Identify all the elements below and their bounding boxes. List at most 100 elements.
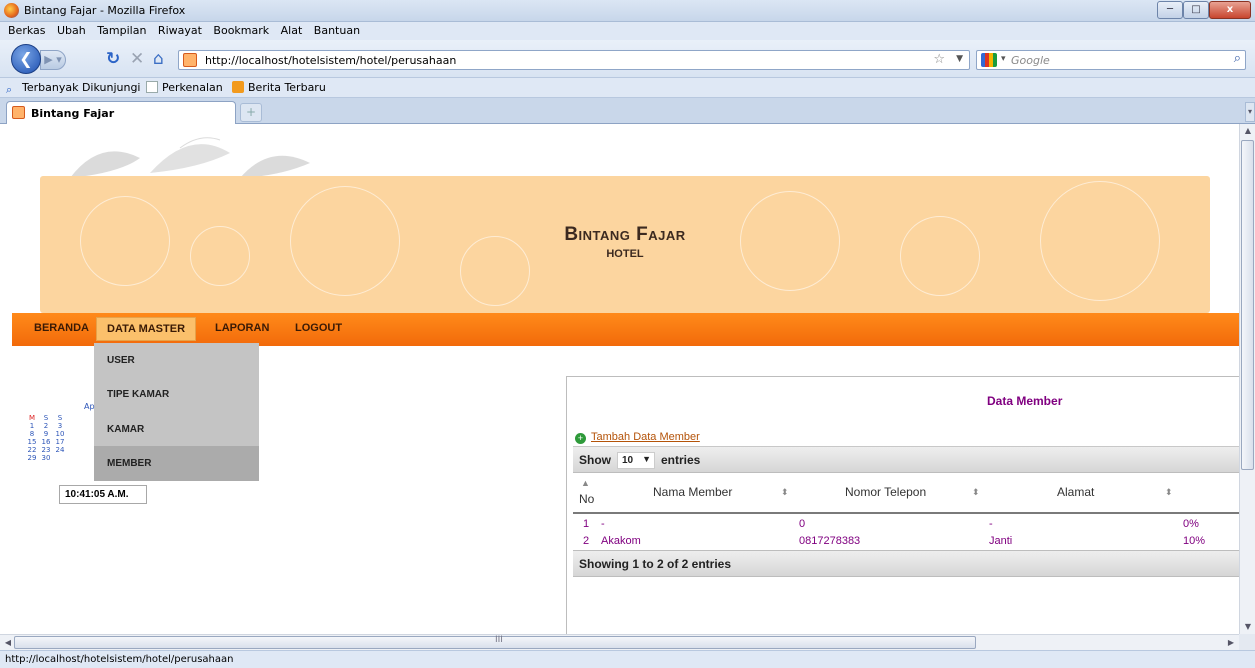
page-content: Bintang Fajar HOTEL BERANDA DATA MASTER … — [0, 124, 1239, 634]
site-subtitle: HOTEL — [606, 248, 644, 260]
add-member-label: Tambah Data Member — [591, 431, 700, 443]
stop-icon[interactable]: ✕ — [130, 50, 144, 68]
scroll-right-icon[interactable]: ▶ — [1223, 635, 1239, 651]
menu-ubah[interactable]: Ubah — [53, 22, 90, 37]
cell-no: 1 — [583, 518, 590, 530]
site-name: Bintang Fajar — [564, 224, 686, 245]
horizontal-scrollbar[interactable]: ◀ III ▶ — [0, 634, 1239, 650]
show-label: Show — [579, 453, 611, 467]
calendar-day[interactable]: 2 — [40, 422, 52, 430]
scroll-up-icon[interactable]: ▲ — [1240, 124, 1255, 138]
navigation-toolbar: ▶ ▾ ❮ ↻ ✕ ⌂ http://localhost/hotelsistem… — [0, 40, 1255, 78]
column-header-nama-member[interactable]: Nama Member — [653, 485, 732, 499]
calendar-day[interactable]: 30 — [40, 454, 52, 462]
calendar-day[interactable]: 23 — [40, 446, 52, 454]
tab-list-button[interactable]: ▾ — [1245, 102, 1255, 122]
bookmark-star-icon[interactable]: ☆ — [933, 52, 945, 67]
calendar-header: S — [43, 414, 49, 422]
new-tab-button[interactable]: + — [240, 103, 262, 122]
entries-select[interactable]: 10 ▼ — [617, 452, 655, 469]
url-dropdown-icon[interactable]: ▼ — [956, 54, 963, 64]
bookmark-label: Berita Terbaru — [248, 81, 326, 94]
forward-button[interactable]: ▶ ▾ — [40, 50, 66, 70]
site-brand: Bintang Fajar HOTEL — [40, 224, 1210, 260]
column-header-no[interactable]: No — [579, 492, 594, 506]
calendar-day[interactable]: 9 — [40, 430, 52, 438]
menu-alat[interactable]: Alat — [277, 22, 307, 37]
bookmark-most-visited[interactable]: ⌕ Terbanyak Dikunjungi — [6, 81, 141, 96]
main-nav: BERANDA DATA MASTER LAPORAN LOGOUT — [12, 313, 1239, 346]
home-icon[interactable]: ⌂ — [153, 50, 164, 68]
reload-icon[interactable]: ↻ — [106, 50, 120, 68]
menu-berkas[interactable]: Berkas — [4, 22, 50, 37]
sort-icon: ⬍ — [972, 487, 980, 497]
cell-diskon: 0% — [1183, 518, 1199, 530]
tab-bintang-fajar[interactable]: Bintang Fajar — [6, 101, 236, 124]
site-favicon — [183, 53, 197, 67]
calendar-day[interactable]: 24 — [54, 446, 66, 454]
calendar-month: Ap — [84, 402, 95, 411]
menu-tampilan[interactable]: Tampilan — [93, 22, 150, 37]
google-icon[interactable] — [981, 53, 997, 67]
vertical-scrollbar[interactable]: ▲ ▼ — [1239, 124, 1255, 634]
menu-bookmark[interactable]: Bookmark — [209, 22, 273, 37]
back-button[interactable]: ❮ — [11, 44, 41, 74]
menu-riwayat[interactable]: Riwayat — [154, 22, 206, 37]
scroll-down-icon[interactable]: ▼ — [1240, 620, 1255, 634]
horizontal-scroll-thumb[interactable]: III — [14, 635, 976, 649]
search-engine-dropdown-icon[interactable]: ▾ — [1001, 54, 1006, 64]
search-icon[interactable]: ⌕ — [1234, 51, 1241, 66]
vertical-scroll-thumb[interactable] — [1241, 140, 1254, 470]
table-length-bar: Show 10 ▼ entries — [573, 446, 1239, 473]
cell-diskon: 10% — [1183, 535, 1206, 547]
minimize-button[interactable]: ─ — [1157, 1, 1183, 19]
entries-label: entries — [661, 453, 701, 467]
cell-nama: - — [601, 518, 605, 530]
calendar-header: M — [28, 414, 36, 422]
calendar-day[interactable]: 17 — [54, 438, 66, 446]
table-header: ▲ No Nama Member ⬍ Nomor Telepon ⬍ Alama… — [573, 474, 1239, 514]
tab-strip: Bintang Fajar + ▾ — [0, 98, 1255, 124]
add-icon: + — [575, 433, 586, 444]
close-button[interactable]: x — [1209, 1, 1251, 19]
status-bar: http://localhost/hotelsistem/hotel/perus… — [0, 650, 1255, 668]
calendar-day[interactable]: 8 — [26, 430, 38, 438]
calendar-day[interactable]: 10 — [54, 430, 66, 438]
address-bar[interactable]: http://localhost/hotelsistem/hotel/perus… — [178, 50, 970, 70]
maximize-button[interactable]: □ — [1183, 1, 1209, 19]
column-header-nomor-telepon[interactable]: Nomor Telepon — [845, 485, 926, 499]
menu-bantuan[interactable]: Bantuan — [310, 22, 364, 37]
calendar-day[interactable]: 16 — [40, 438, 52, 446]
search-icon: ⌕ — [6, 83, 13, 96]
add-member-link[interactable]: + Tambah Data Member — [575, 431, 700, 444]
clock-display: 10:41:05 A.M. — [59, 485, 147, 504]
search-bar[interactable]: ▾ Google ⌕ — [976, 50, 1246, 70]
menu-bar: Berkas Ubah Tampilan Riwayat Bookmark Al… — [0, 22, 1255, 40]
nav-beranda[interactable]: BERANDA — [34, 322, 89, 334]
calendar-day[interactable]: 22 — [26, 446, 38, 454]
cell-telepon: 0817278383 — [799, 535, 861, 547]
calendar-day[interactable]: 15 — [26, 438, 38, 446]
entries-select-value: 10 — [622, 455, 634, 466]
calendar-day[interactable]: 3 — [54, 422, 66, 430]
column-header-alamat[interactable]: Alamat — [1057, 485, 1094, 499]
dropdown-item-member[interactable]: MEMBER — [94, 446, 259, 481]
bookmark-perkenalan[interactable]: Perkenalan — [146, 81, 223, 94]
calendar-day[interactable]: 29 — [26, 454, 38, 462]
calendar-day[interactable]: 1 — [26, 422, 38, 430]
scrollbar-corner — [1239, 634, 1255, 650]
grip-icon: III — [495, 635, 503, 645]
nav-data-master[interactable]: DATA MASTER — [96, 317, 197, 341]
dropdown-item-kamar[interactable]: KAMAR — [94, 412, 259, 447]
panel-title: Data Member — [987, 394, 1063, 408]
chevron-down-icon: ▼ — [642, 454, 651, 464]
cell-alamat: Janti — [989, 535, 1013, 547]
status-text: http://localhost/hotelsistem/hotel/perus… — [5, 654, 234, 665]
nav-logout[interactable]: LOGOUT — [295, 322, 342, 334]
dropdown-item-tipe-kamar[interactable]: TIPE KAMAR — [94, 377, 259, 412]
bookmark-berita-terbaru[interactable]: Berita Terbaru — [232, 81, 326, 94]
tab-label: Bintang Fajar — [31, 107, 115, 120]
bookmark-label: Terbanyak Dikunjungi — [22, 81, 141, 94]
dropdown-item-user[interactable]: USER — [94, 343, 259, 378]
nav-laporan[interactable]: LAPORAN — [215, 322, 269, 334]
